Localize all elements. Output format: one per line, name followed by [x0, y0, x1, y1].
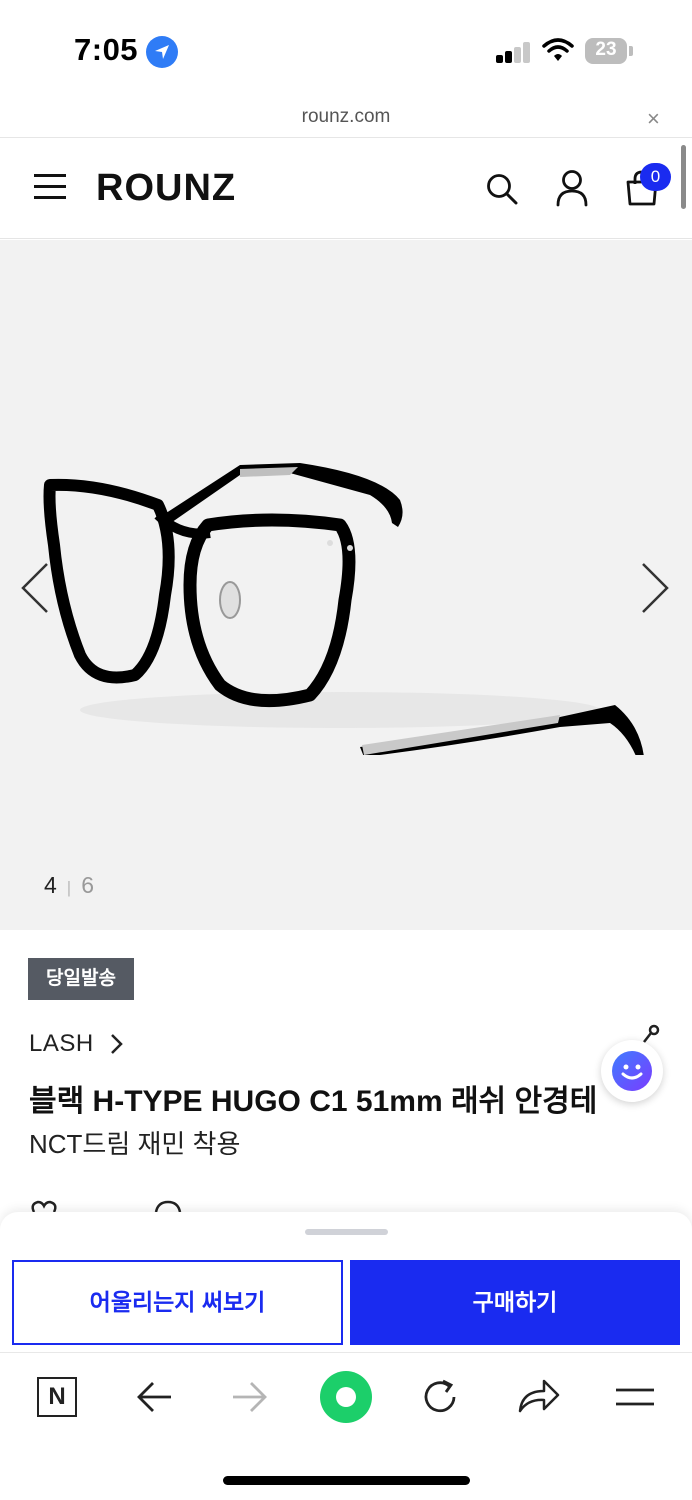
gallery-counter: 4 | 6: [44, 872, 94, 899]
same-day-shipping-badge: 당일발송: [28, 958, 134, 1000]
battery-nub: [629, 46, 633, 56]
cart-count-badge[interactable]: 0: [640, 163, 671, 191]
gallery-total: 6: [81, 872, 95, 898]
wifi-icon: [542, 38, 574, 67]
location-arrow-icon: [146, 36, 178, 68]
back-arrow-icon[interactable]: [135, 1373, 173, 1426]
product-image: [40, 445, 650, 761]
scrollbar[interactable]: [681, 145, 686, 209]
green-dot-button[interactable]: [320, 1371, 372, 1423]
menu-icon[interactable]: [34, 174, 66, 200]
chevron-right-icon[interactable]: [110, 1033, 124, 1060]
sheet-handle[interactable]: [305, 1229, 388, 1235]
site-logo[interactable]: ROUNZ: [96, 167, 236, 210]
chat-face: [612, 1051, 652, 1091]
browser-url-bar[interactable]: rounz.com ×: [0, 100, 692, 138]
buy-button[interactable]: 구매하기: [350, 1260, 680, 1345]
chevron-right-icon[interactable]: [640, 562, 670, 619]
gallery-current: 4: [44, 872, 57, 898]
chevron-left-icon[interactable]: [20, 562, 50, 619]
chat-icon[interactable]: [601, 1040, 663, 1102]
refresh-icon[interactable]: [421, 1373, 461, 1426]
share-arrow-icon[interactable]: [518, 1373, 560, 1426]
naver-home-button[interactable]: N: [37, 1377, 77, 1417]
battery-level: 23: [595, 39, 617, 60]
product-subtitle: NCT드림 재민 착용: [29, 1129, 241, 1159]
battery-icon: 23: [585, 38, 627, 64]
search-icon[interactable]: [485, 172, 519, 211]
close-icon[interactable]: ×: [647, 106, 660, 132]
try-on-button[interactable]: 어울리는지 써보기: [12, 1260, 343, 1345]
site-header: ROUNZ: [0, 139, 692, 239]
product-title: 블랙 H-TYPE HUGO C1 51mm 래쉬 안경테: [29, 1085, 598, 1118]
url-text[interactable]: rounz.com: [0, 106, 692, 128]
product-image-gallery[interactable]: 4 | 6: [0, 240, 692, 930]
signal-icon: [496, 41, 532, 63]
brand-link[interactable]: LASH: [29, 1030, 94, 1058]
gallery-separator: |: [66, 878, 72, 897]
hamburger-icon[interactable]: [615, 1373, 655, 1426]
forward-arrow-icon[interactable]: [231, 1373, 269, 1426]
purchase-sheet: 어울리는지 써보기 구매하기: [0, 1212, 692, 1352]
status-bar: 7:05 23: [0, 0, 692, 100]
user-icon[interactable]: [555, 169, 589, 212]
status-time: 7:05: [74, 32, 139, 67]
home-indicator[interactable]: [223, 1476, 470, 1485]
